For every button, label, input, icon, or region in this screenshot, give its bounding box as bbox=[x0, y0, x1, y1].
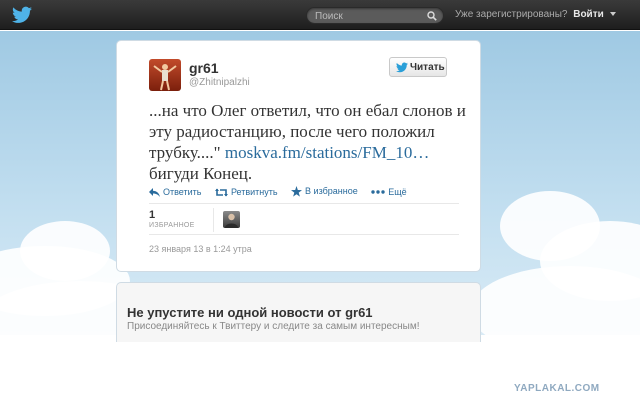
follow-label: Читать bbox=[410, 61, 445, 73]
retweet-icon bbox=[214, 188, 228, 197]
cloud-decoration bbox=[470, 266, 640, 335]
reply-icon bbox=[149, 187, 160, 197]
tweet-text: ...на что Олег ответил, что он ебал слон… bbox=[149, 100, 469, 184]
favorites-count[interactable]: 1 bbox=[149, 209, 155, 221]
favorite-label: В избранное bbox=[305, 186, 358, 197]
reply-label: Ответить bbox=[163, 186, 202, 197]
more-action[interactable]: Ещё bbox=[371, 186, 407, 197]
user-handle[interactable]: @Zhitnipalzhi bbox=[189, 77, 250, 88]
cloud-decoration bbox=[20, 221, 110, 281]
star-icon bbox=[291, 186, 303, 197]
tweet-link[interactable]: moskva.fm/stations/FM_10… bbox=[225, 143, 429, 162]
user-name[interactable]: gr61 bbox=[189, 60, 219, 76]
login-area: Уже зарегистрированы? Войти bbox=[455, 9, 616, 20]
more-label: Ещё bbox=[388, 186, 407, 197]
tweet-stats: 1 ИЗБРАННОЕ bbox=[149, 203, 459, 235]
login-link[interactable]: Войти bbox=[573, 9, 604, 20]
watermark: YAPLAKAL.COM bbox=[514, 383, 600, 394]
chevron-down-icon[interactable] bbox=[609, 12, 616, 17]
login-prompt: Уже зарегистрированы? bbox=[455, 9, 568, 20]
stats-divider bbox=[213, 208, 214, 232]
follow-button[interactable]: Читать bbox=[389, 57, 447, 77]
tweet-actions: Ответить Ретвитнуть В избранное Ещё bbox=[149, 183, 416, 197]
search-box bbox=[306, 7, 444, 24]
signup-panel: Не упустите ни одной новости от gr61 При… bbox=[116, 282, 481, 342]
person-icon bbox=[225, 213, 238, 228]
tweet-timestamp[interactable]: 23 января 13 в 1:24 утра bbox=[149, 244, 252, 254]
twitter-bird-icon bbox=[396, 62, 408, 73]
search-input[interactable] bbox=[315, 9, 423, 23]
retweet-action[interactable]: Ретвитнуть bbox=[214, 186, 278, 197]
avatar-figure-icon bbox=[153, 64, 177, 91]
search-icon[interactable] bbox=[427, 11, 437, 21]
signup-subtitle: Присоединяйтесь к Твиттеру и следите за … bbox=[127, 321, 420, 332]
twitter-bird-icon[interactable] bbox=[12, 6, 32, 24]
favorites-label: ИЗБРАННОЕ bbox=[149, 222, 195, 229]
retweet-label: Ретвитнуть bbox=[230, 186, 278, 197]
more-dots-icon bbox=[371, 190, 385, 195]
favorite-action[interactable]: В избранное bbox=[291, 186, 358, 197]
tweet-text-end: бигуди Конец. bbox=[149, 164, 253, 183]
avatar[interactable] bbox=[149, 59, 181, 91]
top-bar: Уже зарегистрированы? Войти bbox=[0, 0, 640, 30]
reply-action[interactable]: Ответить bbox=[149, 187, 201, 197]
signup-title: Не упустите ни одной новости от gr61 bbox=[127, 305, 373, 320]
tweet-card: gr61 @Zhitnipalzhi Читать ...на что Олег… bbox=[116, 40, 481, 272]
favoriter-avatar[interactable] bbox=[223, 211, 240, 228]
